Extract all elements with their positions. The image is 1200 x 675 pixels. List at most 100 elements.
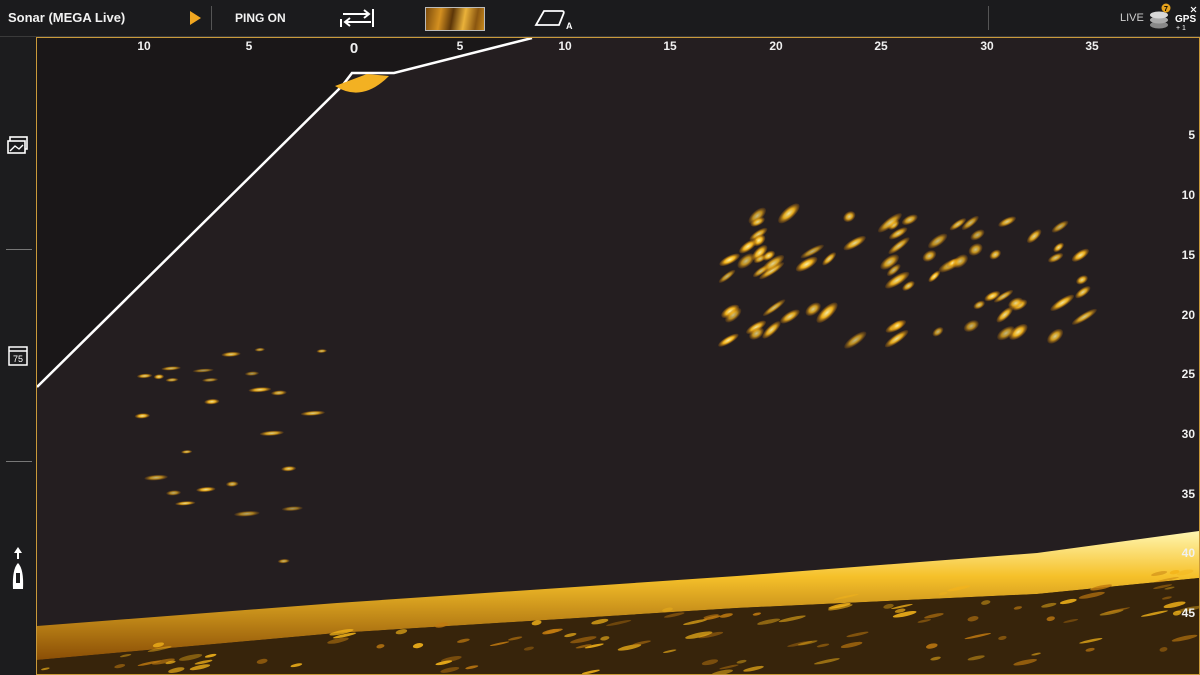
fish-school-return xyxy=(1026,229,1042,244)
x-axis-zero-label: 0 xyxy=(349,40,359,57)
fish-school-return xyxy=(922,250,937,262)
fish-school-return xyxy=(989,249,1001,260)
scattered-fish-return xyxy=(153,374,165,380)
scattered-fish-return xyxy=(204,398,220,405)
gps-label: GPS xyxy=(1175,14,1196,25)
water-temperature-icon[interactable]: 75 xyxy=(6,344,30,368)
scattered-fish-return xyxy=(226,481,239,487)
scattered-fish-return xyxy=(281,506,303,512)
scattered-fish-return xyxy=(234,510,260,517)
fish-school-return xyxy=(822,252,837,266)
scattered-fish-return xyxy=(144,474,168,481)
gps-status-icon[interactable]: GPS + 1 xyxy=(1174,4,1198,32)
fish-school-return xyxy=(1071,248,1090,262)
depth-label: 40 xyxy=(1181,546,1195,560)
scattered-fish-return xyxy=(202,377,218,382)
depth-label: 25 xyxy=(1181,367,1195,381)
sidebar-divider xyxy=(6,461,32,462)
fish-school-return xyxy=(762,299,786,317)
fish-school-return xyxy=(1053,242,1064,253)
scattered-fish-return xyxy=(316,349,327,353)
fish-school-return xyxy=(1051,220,1069,233)
swap-arrows-icon[interactable] xyxy=(338,7,376,29)
layers-badge: 7 xyxy=(1164,6,1168,13)
left-sidebar: 75 xyxy=(0,37,35,675)
depth-label: 45 xyxy=(1181,606,1195,620)
fish-school-return xyxy=(928,233,948,249)
play-icon[interactable] xyxy=(190,11,201,25)
divider xyxy=(988,6,989,30)
fish-school-return xyxy=(780,309,800,324)
scattered-fish-return xyxy=(181,450,193,454)
fish-school-return xyxy=(1047,328,1064,344)
scattered-fish-return xyxy=(196,486,216,493)
live-label: LIVE xyxy=(1120,12,1144,24)
fish-school-return xyxy=(998,216,1016,227)
scattered-fish-return xyxy=(137,373,153,379)
temperature-value: 75 xyxy=(13,354,23,364)
x-axis-label: 10 xyxy=(558,39,572,53)
boat-orientation-icon[interactable] xyxy=(6,545,30,591)
x-axis-label: 25 xyxy=(874,39,888,53)
fish-school-return xyxy=(963,320,979,332)
fish-school-return xyxy=(932,326,944,337)
scattered-fish-return xyxy=(244,371,259,376)
scattered-fish-return xyxy=(271,390,287,396)
fish-school-return xyxy=(970,229,985,241)
color-palette-button[interactable] xyxy=(425,7,485,31)
scattered-fish-return xyxy=(161,366,181,371)
fish-school-return xyxy=(1050,294,1075,312)
fish-school-return xyxy=(843,235,866,251)
fish-school-return xyxy=(844,331,867,349)
fish-school-return xyxy=(1075,286,1091,299)
x-axis-label: 10 xyxy=(137,39,151,53)
scattered-fish-return xyxy=(248,387,272,393)
scattered-fish-return xyxy=(165,377,179,382)
fish-school-return xyxy=(843,211,856,223)
depth-label: 5 xyxy=(1188,128,1195,142)
x-axis-label: 5 xyxy=(456,39,464,53)
scattered-fish-return xyxy=(134,413,150,419)
x-axis-label: 15 xyxy=(663,39,677,53)
fish-school-return xyxy=(718,333,739,347)
fish-school-return xyxy=(1076,275,1088,285)
scattered-fish-return xyxy=(175,501,196,506)
scattered-fish-return xyxy=(254,347,265,352)
fish-school-return xyxy=(1071,308,1097,325)
app-title: Sonar (MEGA Live) xyxy=(8,10,126,25)
fish-school-return xyxy=(968,243,983,256)
scattered-fish-return xyxy=(281,466,297,472)
sonar-view[interactable]: 10 5 0 5 10 15 20 25 30 35 5 10 15 20 25… xyxy=(36,37,1200,675)
depth-label: 10 xyxy=(1181,188,1195,202)
scattered-fish-return xyxy=(192,368,214,373)
depth-label: 15 xyxy=(1181,248,1195,262)
top-bar: Sonar (MEGA Live) PING ON A LIVE 7 GPS +… xyxy=(0,0,1200,37)
sidebar-divider xyxy=(6,249,32,250)
ping-toggle-button[interactable]: PING ON xyxy=(235,11,286,25)
fish-school-return xyxy=(778,203,800,224)
fish-school-return xyxy=(718,269,736,283)
x-axis-label: 35 xyxy=(1085,39,1099,53)
fish-school-return xyxy=(1048,252,1064,263)
x-axis-label: 20 xyxy=(769,39,783,53)
beam-shadow xyxy=(37,38,532,387)
x-axis-label: 30 xyxy=(980,39,994,53)
fish-school-return xyxy=(901,214,918,226)
depth-label: 35 xyxy=(1181,487,1195,501)
sonar-returns xyxy=(37,38,1199,674)
stacked-layers-icon[interactable]: 7 xyxy=(1148,3,1172,31)
x-axis-label: 5 xyxy=(245,39,253,53)
scattered-fish-return xyxy=(259,430,284,436)
scattered-fish-return xyxy=(300,410,325,416)
image-gallery-icon[interactable] xyxy=(6,134,30,158)
depth-label: 20 xyxy=(1181,308,1195,322)
mode-letter: A xyxy=(566,21,573,31)
scattered-fish-return xyxy=(277,558,290,564)
scattered-fish-return xyxy=(166,490,181,496)
transducer-mode-icon[interactable]: A xyxy=(532,7,576,31)
scattered-fish-return xyxy=(221,351,241,357)
fish-school-return xyxy=(973,300,985,310)
fish-returns xyxy=(134,203,1097,564)
divider xyxy=(211,6,212,30)
depth-label: 30 xyxy=(1181,427,1195,441)
